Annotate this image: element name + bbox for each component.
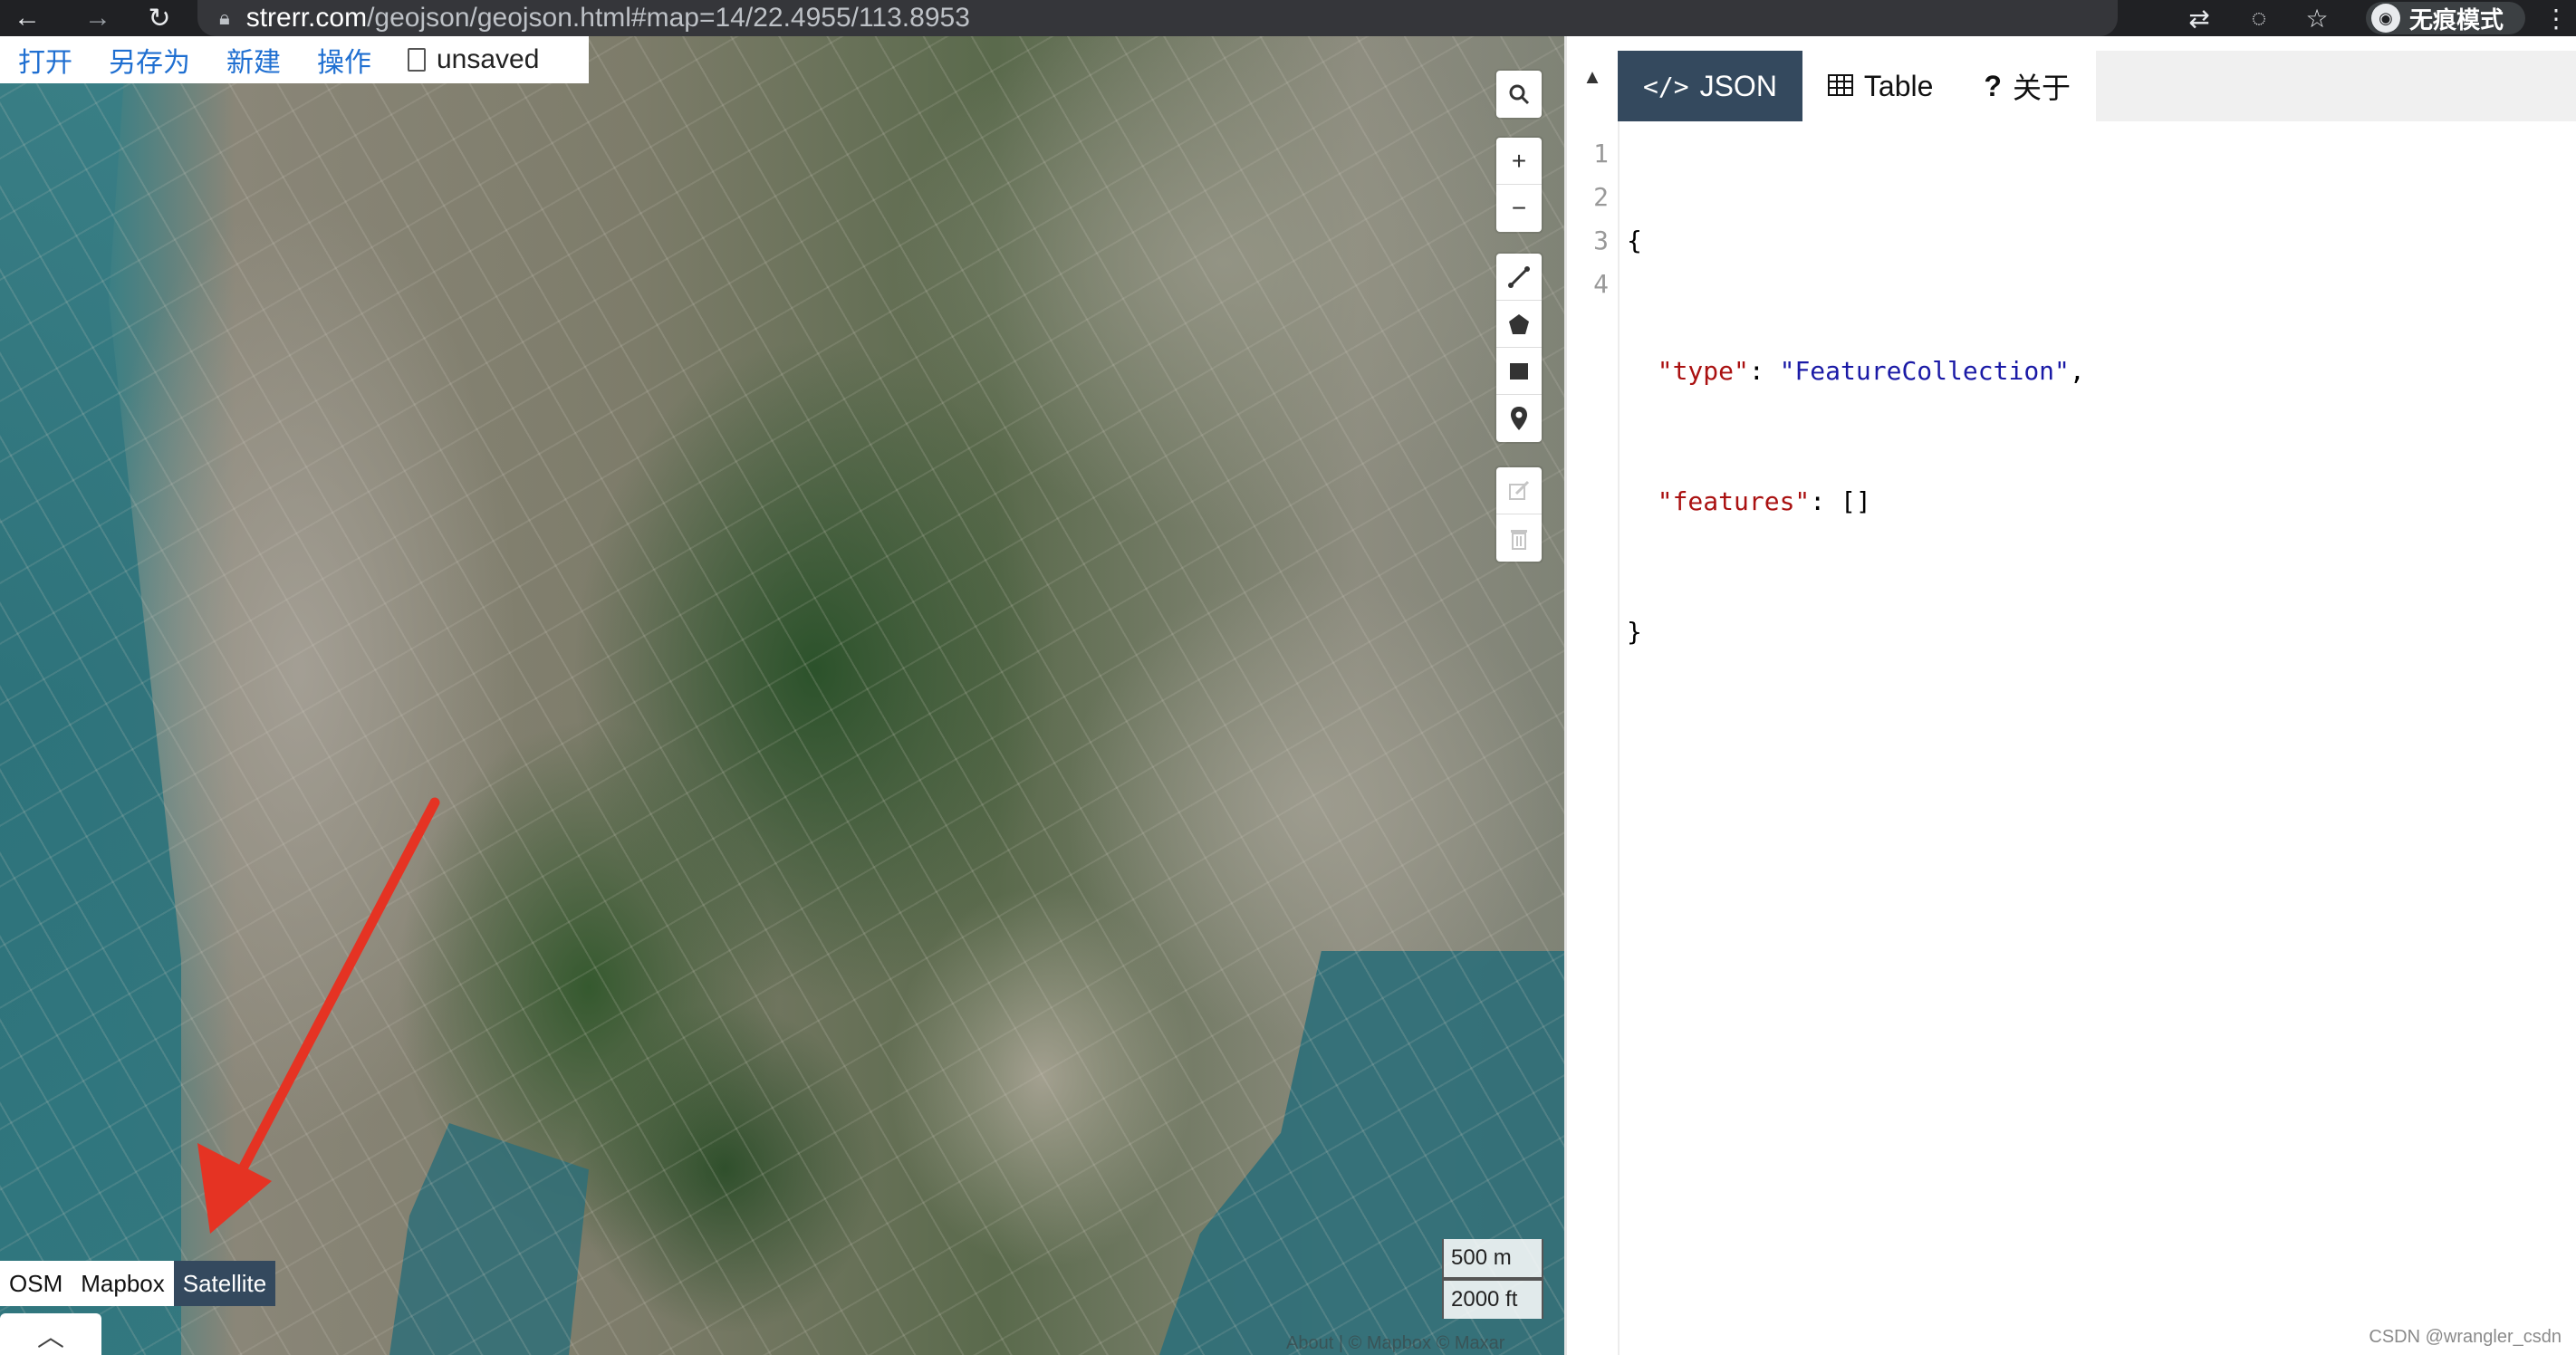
star-bookmark-icon[interactable]: ☆ — [2292, 0, 2342, 36]
browser-chrome: ← → ↻ 🔒︎ strerr.com/geojson/geojson.html… — [0, 0, 2576, 36]
map-attribution[interactable]: About | © Mapbox © Maxar — [1286, 1333, 1504, 1354]
json-value: "FeatureCollection" — [1779, 356, 2070, 386]
table-icon — [1827, 70, 1853, 103]
json-sep: : — [1748, 356, 1780, 386]
edit-layers-icon[interactable] — [1496, 467, 1542, 514]
help-icon: ? — [1984, 69, 2002, 102]
layer-osm[interactable]: OSM — [0, 1261, 72, 1306]
draw-line-icon[interactable] — [1496, 254, 1542, 301]
lock-icon: 🔒︎ — [219, 6, 230, 29]
line-number: 4 — [1593, 269, 1609, 299]
code-text: { — [1627, 226, 1642, 255]
json-code[interactable]: { "type": "FeatureCollection", "features… — [1627, 132, 2085, 697]
json-key: "features" — [1657, 486, 1811, 516]
chevron-up-icon[interactable]: ︿ — [0, 1313, 101, 1355]
json-key: "type" — [1657, 356, 1749, 386]
tab-table-label: Table — [1863, 69, 1934, 102]
base-layer-switcher: OSM Mapbox Satellite — [0, 1261, 276, 1306]
layer-satellite[interactable]: Satellite — [173, 1261, 276, 1306]
edit-toolbar — [1496, 467, 1542, 562]
file-status[interactable]: unsaved — [408, 44, 539, 75]
code-line: { — [1627, 219, 2085, 263]
file-status-label: unsaved — [437, 44, 540, 74]
zoom-in-button[interactable]: + — [1496, 138, 1542, 185]
tab-about-label: 关于 — [2012, 72, 2071, 104]
tab-json[interactable]: </> JSON — [1618, 51, 1802, 121]
tab-about[interactable]: ? 关于 — [1958, 51, 2096, 121]
reload-icon[interactable]: ↻ — [132, 0, 187, 36]
url-path: /geojson/geojson.html#map=14/22.4955/113… — [367, 3, 970, 33]
url-host: strerr.com — [245, 3, 368, 33]
menu-new[interactable]: 新建 — [226, 40, 281, 80]
trash-icon[interactable] — [1496, 514, 1542, 562]
more-menu-icon[interactable]: ⋮ — [2538, 0, 2574, 36]
draw-marker-icon[interactable] — [1496, 395, 1542, 442]
layer-mapbox[interactable]: Mapbox — [72, 1261, 174, 1306]
zoom-control: + − — [1496, 138, 1542, 232]
line-number-gutter: 1 2 3 4 — [1567, 121, 1618, 1355]
json-end: , — [2069, 356, 2085, 386]
code-line: } — [1627, 610, 2085, 654]
caret-up-icon[interactable]: ▲ — [1567, 36, 1618, 118]
draw-rectangle-icon[interactable] — [1496, 348, 1542, 395]
draw-toolbar — [1496, 254, 1542, 442]
json-sep: : — [1810, 486, 1841, 516]
code-line: "features": [] — [1627, 480, 2085, 524]
translate-icon[interactable]: ⇄ — [2174, 0, 2225, 36]
menu-open[interactable]: 打开 — [18, 40, 72, 80]
eye-off-icon[interactable]: ◌ — [2234, 0, 2284, 36]
incognito-icon: ◉ — [2371, 4, 2400, 33]
line-number: 3 — [1593, 226, 1609, 255]
watermark: CSDN @wrangler_csdn — [2369, 1327, 2562, 1347]
top-menu-bar: 打开 另存为 新建 操作 unsaved — [0, 36, 589, 83]
json-value: [] — [1841, 486, 1871, 516]
incognito-badge[interactable]: ◉ 无痕模式 — [2366, 2, 2525, 34]
code-line: "type": "FeatureCollection", — [1627, 350, 2085, 393]
tab-json-label: JSON — [1699, 69, 1777, 102]
scale-metric: 500 m — [1442, 1239, 1543, 1279]
address-bar[interactable]: 🔒︎ strerr.com/geojson/geojson.html#map=1… — [197, 0, 2118, 36]
search-icon[interactable] — [1496, 71, 1542, 118]
satellite-map[interactable] — [0, 36, 1564, 1355]
scale-imperial: 2000 ft — [1442, 1279, 1543, 1319]
code-text: } — [1627, 617, 1642, 647]
menu-operations[interactable]: 操作 — [317, 40, 371, 80]
line-number: 2 — [1593, 182, 1609, 212]
map-texture — [0, 36, 1564, 1355]
zoom-out-button[interactable]: − — [1496, 185, 1542, 232]
line-number: 1 — [1593, 139, 1609, 168]
back-arrow-icon[interactable]: ← — [0, 0, 54, 36]
draw-polygon-icon[interactable] — [1496, 301, 1542, 348]
menu-save-as[interactable]: 另存为 — [109, 40, 190, 80]
forward-arrow-icon[interactable]: → — [71, 0, 125, 36]
document-icon — [408, 48, 426, 72]
code-icon: </> — [1643, 71, 1689, 101]
incognito-label: 无痕模式 — [2409, 5, 2504, 34]
tab-table[interactable]: Table — [1802, 51, 1959, 121]
panel-tabs: </> JSON Table ? 关于 — [1618, 51, 2576, 121]
search-control — [1496, 71, 1542, 118]
scale-bar: 500 m 2000 ft — [1442, 1239, 1543, 1319]
